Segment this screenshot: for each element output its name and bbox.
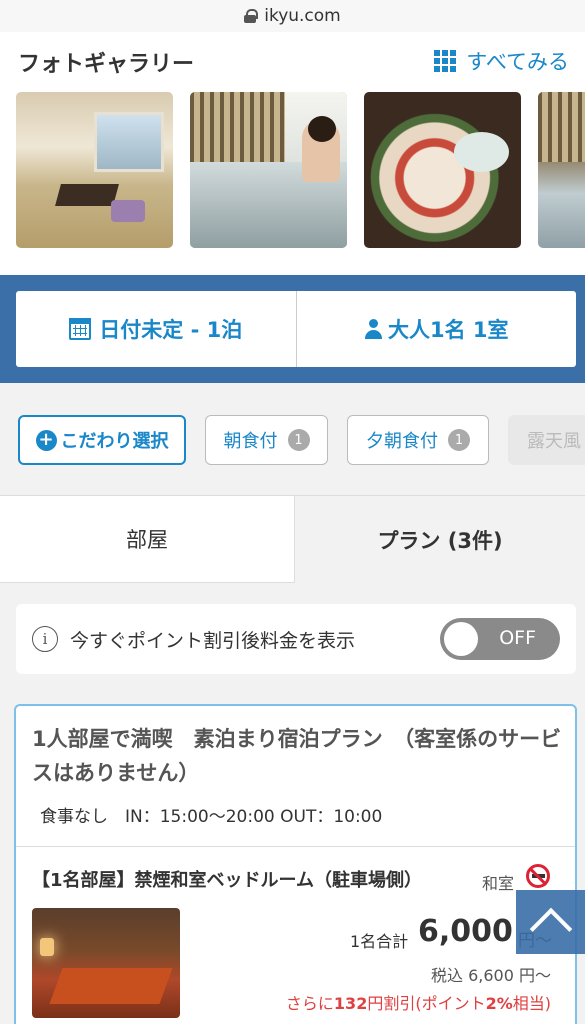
discount-rate: 2%	[485, 994, 513, 1013]
url-text: ikyu.com	[264, 6, 341, 26]
preference-filter-label: こだわり選択	[60, 431, 169, 452]
search-conditions: 日付未定 - 1泊 大人1名 1室	[0, 275, 585, 383]
divider	[16, 846, 575, 847]
filter-chips: + こだわり選択 朝食付 1 夕朝食付 1 露天風	[0, 383, 585, 495]
chip-label: 夕朝食付	[366, 431, 438, 452]
person-icon	[364, 319, 382, 339]
scroll-to-top-button[interactable]	[516, 890, 585, 954]
discount-amount: 132	[333, 994, 368, 1013]
chip-label: 露天風	[527, 431, 581, 452]
no-smoking-icon	[526, 864, 550, 888]
see-all-label: すべてみる	[466, 50, 569, 74]
room-name[interactable]: 【1名部屋】禁煙和室ベッドルーム（駐車場側）	[32, 866, 422, 892]
calendar-icon	[69, 318, 92, 340]
guest-selector[interactable]: 大人1名 1室	[295, 291, 577, 367]
point-discount-label: 今すぐポイント割引後料金を表示	[70, 629, 356, 652]
gallery-photo-guest-room[interactable]	[16, 92, 173, 248]
toggle-state: OFF	[499, 627, 536, 649]
discount-prefix: さらに	[285, 994, 334, 1013]
guest-label: 大人1名 1室	[387, 318, 509, 342]
tab-plans[interactable]: プラン (3件)	[295, 496, 585, 583]
total-price: 6,000	[418, 914, 513, 949]
lock-icon	[244, 9, 259, 23]
point-discount-note: さらに132円割引(ポイント2%相当)	[286, 990, 551, 1014]
tax-included-price: 税込 6,600 円～	[431, 966, 551, 985]
see-all-link[interactable]: すべてみる	[434, 46, 569, 76]
photo-gallery: フォトギャラリー すべてみる	[0, 32, 585, 275]
chip-count-badge: 1	[287, 429, 310, 451]
room-photo[interactable]	[32, 908, 180, 1018]
search-box: 日付未定 - 1泊 大人1名 1室	[16, 291, 576, 367]
plan-title[interactable]: 1人部屋で満喫 素泊まり宿泊プラン （客室係のサービスはありません）	[32, 722, 572, 790]
plan-meta: 食事なし IN：15:00～20:00 OUT：10:00	[40, 807, 383, 827]
point-discount-toggle[interactable]: OFF	[440, 618, 560, 660]
filter-chip-breakfast[interactable]: 朝食付 1	[205, 415, 328, 465]
discount-mid: 円割引(ポイント	[367, 994, 486, 1013]
gallery-title: フォトギャラリー	[18, 52, 195, 77]
date-selector[interactable]: 日付未定 - 1泊	[16, 291, 296, 367]
chip-count-badge: 1	[448, 429, 470, 451]
point-discount-row: i 今すぐポイント割引後料金を表示 OFF	[16, 604, 576, 674]
grid-icon	[434, 50, 457, 72]
date-label: 日付未定 - 1泊	[99, 318, 243, 342]
filter-chip-open-air-bath[interactable]: 露天風	[508, 415, 585, 465]
chip-label: 朝食付	[223, 431, 278, 452]
room-type: 和室	[482, 874, 515, 893]
total-label: 1名合計	[350, 932, 409, 951]
gallery-photo-kaiseki-meal[interactable]	[364, 92, 521, 248]
result-tabs: 部屋 プラン (3件)	[0, 495, 585, 583]
gallery-photo-bath-partial[interactable]	[538, 92, 585, 248]
gallery-photo-open-air-bath[interactable]	[190, 92, 347, 248]
browser-url-bar[interactable]: ikyu.com	[0, 0, 585, 32]
discount-suffix: 相当)	[512, 994, 551, 1013]
info-icon[interactable]: i	[32, 626, 58, 652]
gallery-photos	[16, 92, 585, 248]
filter-chip-dinner-breakfast[interactable]: 夕朝食付 1	[347, 415, 489, 465]
plan-card[interactable]: 1人部屋で満喫 素泊まり宿泊プラン （客室係のサービスはありません） 食事なし …	[14, 704, 577, 1024]
tab-rooms[interactable]: 部屋	[0, 496, 295, 583]
toggle-knob	[444, 622, 478, 656]
preference-filter-button[interactable]: + こだわり選択	[18, 415, 186, 465]
plus-icon: +	[35, 429, 57, 451]
